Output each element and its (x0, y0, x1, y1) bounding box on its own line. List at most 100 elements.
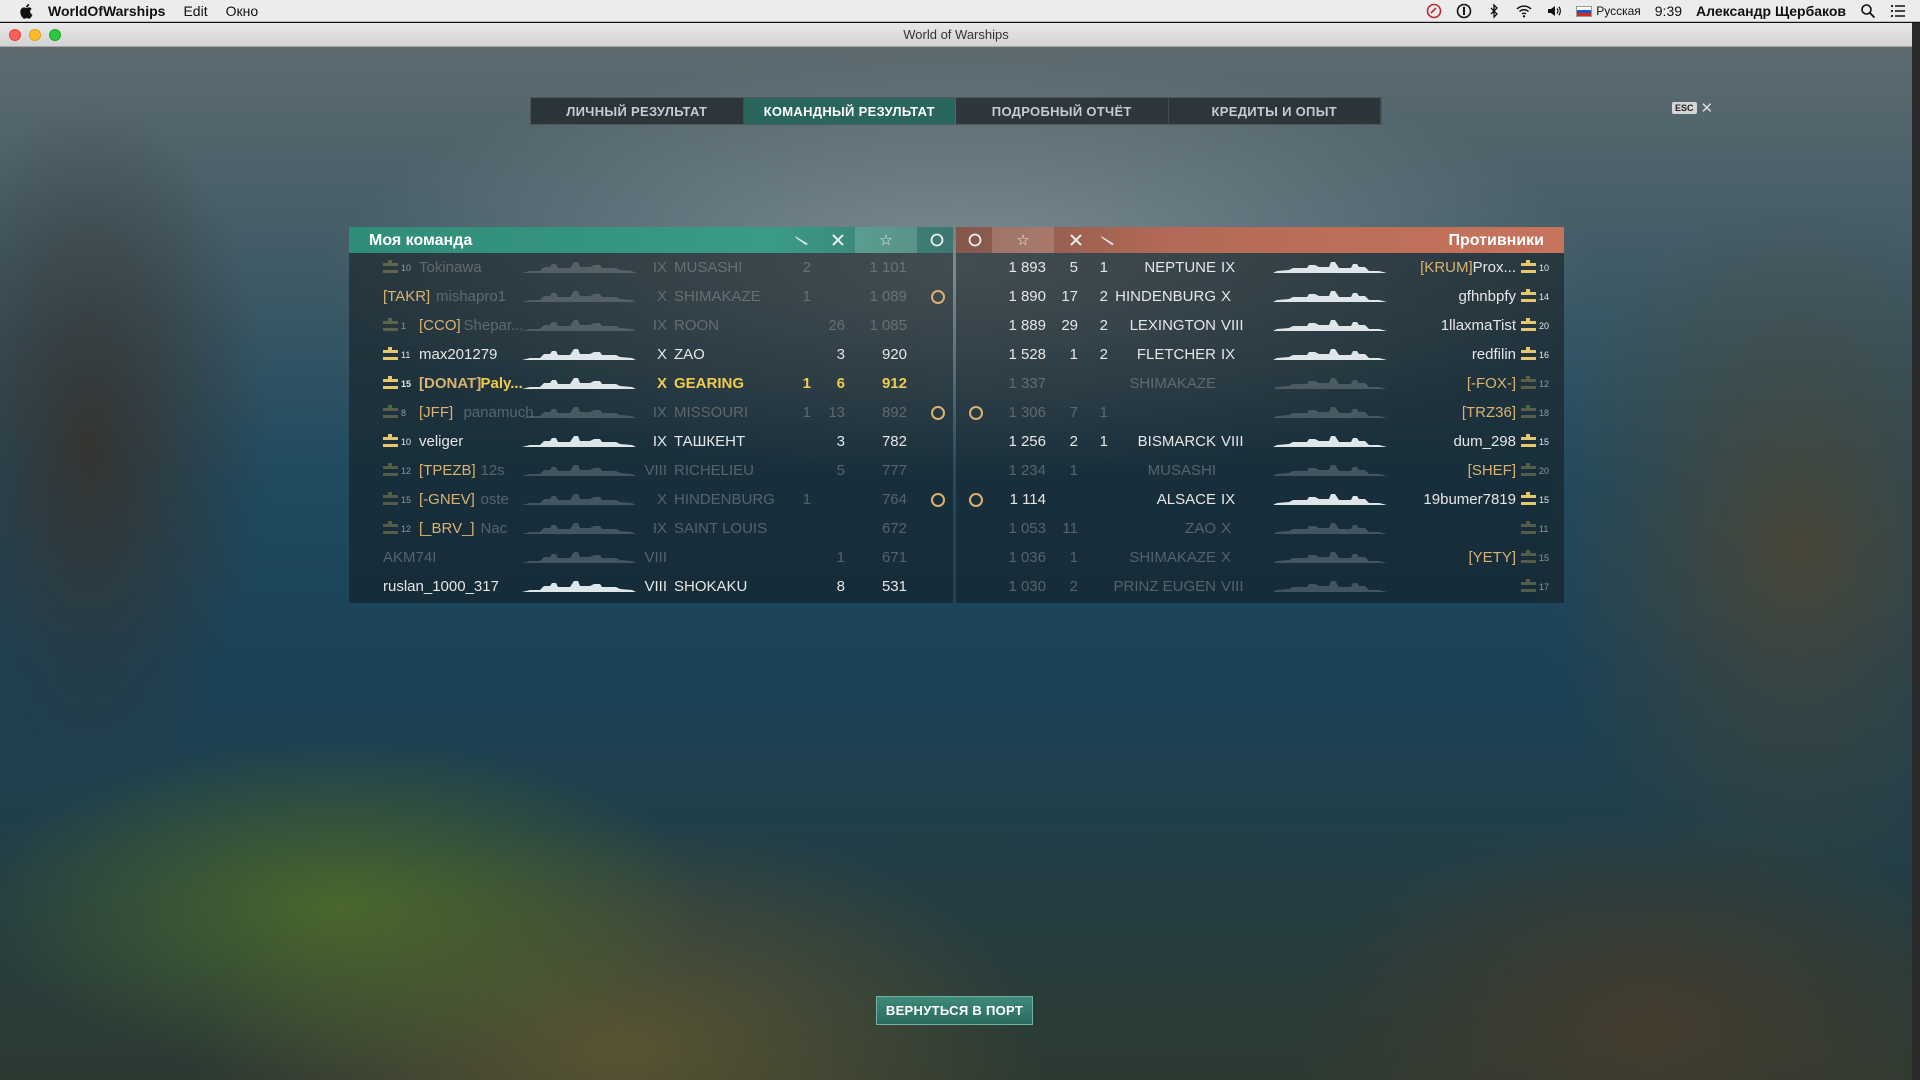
ship-name: NEPTUNE (1144, 259, 1216, 276)
bluetooth-icon[interactable] (1486, 3, 1502, 19)
player-row[interactable]: 1 306 7 1 [TRZ36] 18 (956, 398, 1564, 427)
ship-silhouette-icon (1273, 435, 1387, 447)
player-clan-name (1376, 572, 1516, 601)
player-clan: [JFF] (419, 404, 454, 421)
player-clan: [_BRV_] (419, 520, 475, 537)
player-row[interactable]: 10 Tokinawa IX MUSASHI 2 1 101 (349, 253, 953, 282)
ship-name: MUSASHI (1147, 462, 1216, 479)
rank-insignia-icon (383, 462, 398, 476)
player-name: Paly... (480, 375, 523, 392)
wifi-icon[interactable] (1516, 3, 1532, 19)
planes-destroyed-icon (1093, 227, 1123, 253)
tab-team-result[interactable]: КОМАНДНЫЙ РЕЗУЛЬТАТ (743, 98, 956, 124)
frags (811, 282, 845, 311)
player-row[interactable]: 1 528 1 2 FLETCHER IX redfilin 16 (956, 340, 1564, 369)
ship-slot (520, 253, 638, 282)
rank-number: 18 (1539, 407, 1550, 418)
ship-silhouette-icon (1273, 522, 1387, 534)
player-clan-name: [SHEF] (1376, 456, 1516, 485)
app-menu[interactable]: WorldOfWarships (48, 3, 165, 19)
player-row[interactable]: 1 030 2 PRINZ EUGEN VIII 17 (956, 572, 1564, 601)
apple-icon[interactable] (18, 2, 36, 20)
ship-name: RICHELIEU (674, 462, 755, 479)
planes-destroyed (777, 456, 811, 485)
menu-window[interactable]: Окно (226, 3, 259, 19)
player-name: Shepar... (463, 317, 524, 334)
rank-insignia-icon (383, 317, 398, 331)
ship-slot (1271, 253, 1389, 282)
frags: 1 (1069, 346, 1078, 363)
player-row[interactable]: 1 893 5 1 NEPTUNE IX [KRUM] Prox... 10 (956, 253, 1564, 282)
frags: 7 (1069, 404, 1078, 421)
player-clan-name: 1llaxmaTist (1376, 311, 1516, 340)
player-row[interactable]: 10 veliger IX ТАШКЕНТ 3 782 (349, 427, 953, 456)
player-row[interactable]: 8 [JFF] panamuch IX MISSOURI 1 13 892 (349, 398, 953, 427)
player-row[interactable]: 1 053 11 ZAO X 11 (956, 514, 1564, 543)
frags: 2 (1069, 578, 1078, 595)
planes-destroyed (1082, 543, 1108, 572)
planes-destroyed: 2 (1099, 317, 1108, 334)
player-row[interactable]: ruslan_1000_317 VIII SHOKAKU 8 531 (349, 572, 953, 601)
player-rank: 15 (1521, 543, 1549, 572)
results-tabs: ЛИЧНЫЙ РЕЗУЛЬТАТ КОМАНДНЫЙ РЕЗУЛЬТАТ ПОД… (530, 97, 1382, 125)
notification-center-icon[interactable] (1890, 3, 1906, 19)
player-rank: 10 (1521, 253, 1549, 282)
ship-slot (520, 340, 638, 369)
return-to-port-button[interactable]: ВЕРНУТЬСЯ В ПОРТ (876, 996, 1033, 1025)
player-clan: [TRZ36] (1461, 404, 1516, 421)
volume-icon[interactable] (1546, 3, 1562, 19)
spotlight-search-icon[interactable] (1860, 3, 1876, 19)
ship-tier: X (1221, 288, 1232, 305)
player-name: ruslan_1000_317 (383, 578, 499, 595)
player-row[interactable]: 15 [-GNEV] oste X HINDENBURG 1 764 (349, 485, 953, 514)
close-window-button[interactable] (9, 29, 21, 41)
player-row[interactable]: 1 889 29 2 LEXINGTON VIII 1llaxmaTist 20 (956, 311, 1564, 340)
player-row[interactable]: 1 [CCO] Shepar... IX ROON 26 1 085 (349, 311, 953, 340)
ship-silhouette-icon (522, 551, 636, 563)
player-row[interactable]: 1 337 SHIMAKAZE [-FOX-] 12 (956, 369, 1564, 398)
minimize-window-button[interactable] (29, 29, 41, 41)
player-row[interactable]: 1 256 2 1 BISMARCK VIII dum_298 15 (956, 427, 1564, 456)
esc-close-button[interactable]: ESC ✕ (1672, 99, 1713, 117)
player-clan: [TAKR] (383, 288, 431, 305)
frags: 11 (1062, 520, 1078, 537)
tab-credits-xp[interactable]: КРЕДИТЫ И ОПЫТ (1169, 98, 1381, 124)
tab-personal-result[interactable]: ЛИЧНЫЙ РЕЗУЛЬТАТ (531, 98, 744, 124)
tab-detailed-report[interactable]: ПОДРОБНЫЙ ОТЧЁТ (956, 98, 1169, 124)
player-row[interactable]: 1 890 17 2 HINDENBURG Xgfhnbpfy 14 (956, 282, 1564, 311)
base-xp: 764 (881, 491, 907, 508)
frags-icon (823, 227, 853, 253)
rank-number: 15 (1539, 436, 1550, 447)
menu-edit[interactable]: Edit (183, 3, 207, 19)
frags (811, 514, 845, 543)
ship-slot (1271, 369, 1389, 398)
base-xp: 1 114 (1009, 491, 1046, 508)
player-row[interactable]: 1 036 1 SHIMAKAZE X [YETY] 15 (956, 543, 1564, 572)
player-row[interactable]: 11 max201279 X ZAO 3 920 (349, 340, 953, 369)
player-row[interactable]: 1 114 ALSACE IX 19bumer7819 15 (956, 485, 1564, 514)
input-source[interactable]: Русская (1576, 4, 1641, 18)
ship-tier: IX (652, 259, 667, 276)
rank-insignia-icon (383, 375, 398, 389)
ship-silhouette-icon (1273, 261, 1387, 273)
base-xp-star-icon: ☆ (992, 227, 1054, 253)
player-row[interactable]: 12 [_BRV_] Nac IX SAINT LOUIS 672 (349, 514, 953, 543)
clock[interactable]: 9:39 (1655, 3, 1682, 19)
player-row[interactable]: AKM74I VIII 1 671 (349, 543, 953, 572)
medal-icon (931, 406, 945, 420)
zoom-window-button[interactable] (49, 29, 61, 41)
player-row[interactable]: 12 [TPEZB] 12s VIII RICHELIEU 5 777 (349, 456, 953, 485)
player-row[interactable]: 1 234 1 MUSASHI [SHEF] 20 (956, 456, 1564, 485)
user-name[interactable]: Александр Щербаков (1696, 3, 1846, 19)
ship-name: SHOKAKU (674, 578, 748, 595)
player-clan: [-FOX-] (1466, 375, 1516, 392)
vpn-status-icon[interactable] (1426, 3, 1442, 19)
base-xp: 671 (881, 549, 907, 566)
player-rank: 10 (383, 427, 411, 456)
base-xp: 1 089 (869, 288, 907, 305)
player-row[interactable]: 15 [DONAT] Paly... X GEARING 1 6 912 (349, 369, 953, 398)
player-clan-name: gfhnbpfy (1376, 282, 1516, 311)
player-row[interactable]: [TAKR] mishapro1 X SHIMAKAZE 1 1 089 (349, 282, 953, 311)
info-status-icon[interactable] (1456, 3, 1472, 19)
player-rank: 10 (383, 253, 411, 282)
